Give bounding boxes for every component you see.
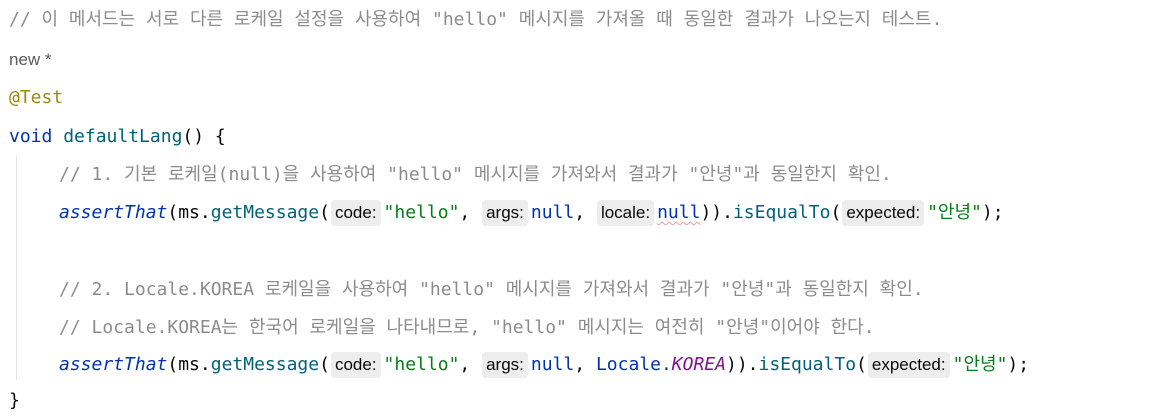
comma: , <box>574 202 586 223</box>
string-literal-hello: "hello" <box>383 202 460 223</box>
comment-text: // 1. 기본 로케일(null)을 사용하여 "hello" 메시지를 가져… <box>59 164 892 185</box>
annotation-test: @Test <box>9 87 64 108</box>
paren: ( <box>856 354 867 375</box>
comma: , <box>459 202 471 223</box>
null-literal-warning: null <box>657 202 701 223</box>
param-hint-args: args: <box>482 200 528 226</box>
code-line-assert-2[interactable]: assertThat(ms.getMessage(code: "hello", a… <box>0 345 1029 384</box>
assert-that-call: assertThat <box>59 202 168 223</box>
closing-brace: } <box>9 390 20 411</box>
close-paren: )). <box>725 354 759 375</box>
param-hint-code: code: <box>330 352 381 378</box>
locale-korea-field: KOREA <box>671 354 726 375</box>
assert-that-call: assertThat <box>59 354 168 375</box>
statement-end: ); <box>981 202 1004 223</box>
param-hint-expected: expected: <box>842 200 925 226</box>
close-paren: )). <box>700 202 733 223</box>
string-literal-hello: "hello" <box>383 354 460 375</box>
method-name: defaultLang <box>63 126 183 147</box>
locale-class: Locale. <box>595 354 672 375</box>
paren: ( <box>319 354 330 375</box>
code-line-blank[interactable] <box>0 232 9 271</box>
paren: ( <box>319 202 330 223</box>
code-editor[interactable]: // 이 메서드는 서로 다른 로케일 설정을 사용하여 "hello" 메시지… <box>0 0 1158 417</box>
null-literal: null <box>530 202 575 223</box>
get-message-call: getMessage <box>210 202 320 223</box>
code-line-method-declaration[interactable]: void defaultLang() { <box>0 117 226 156</box>
param-hint-expected: expected: <box>867 352 950 378</box>
method-signature-rest: () { <box>182 126 226 147</box>
paren: ( <box>830 202 842 223</box>
receiver-text: (ms. <box>167 354 211 375</box>
is-equal-to-call: isEqualTo <box>758 354 857 375</box>
param-hint-code: code: <box>330 200 381 226</box>
code-line-author-hint[interactable]: new * <box>0 40 52 79</box>
statement-end: ); <box>1007 354 1030 375</box>
null-literal: null <box>530 354 575 375</box>
code-line-comment-header[interactable]: // 이 메서드는 서로 다른 로케일 설정을 사용하여 "hello" 메시지… <box>0 0 942 39</box>
code-line-comment-2[interactable]: // 2. Locale.KOREA 로케일을 사용하여 "hello" 메시지… <box>0 270 924 309</box>
code-line-comment-1[interactable]: // 1. 기본 로케일(null)을 사용하여 "hello" 메시지를 가져… <box>0 155 892 194</box>
comma: , <box>459 354 471 375</box>
comment-text: // 이 메서드는 서로 다른 로케일 설정을 사용하여 "hello" 메시지… <box>9 9 943 30</box>
author-inlay-hint[interactable]: new * <box>9 50 52 69</box>
string-literal-result: "안녕" <box>952 354 1008 375</box>
keyword-void: void <box>9 126 53 147</box>
code-line-annotation[interactable]: @Test <box>0 78 63 117</box>
is-equal-to-call: isEqualTo <box>732 202 831 223</box>
param-hint-locale: locale: <box>596 200 655 226</box>
string-literal-result: "안녕" <box>927 202 982 223</box>
code-line-closing-brace[interactable]: } <box>0 381 20 420</box>
code-line-assert-1[interactable]: assertThat(ms.getMessage(code: "hello", a… <box>0 193 1004 232</box>
get-message-call: getMessage <box>210 354 320 375</box>
receiver-text: (ms. <box>167 202 211 223</box>
comment-text: // Locale.KOREA는 한국어 로케일을 나타내므로, "hello"… <box>59 317 875 338</box>
comma: , <box>574 354 596 375</box>
param-hint-args: args: <box>482 352 528 378</box>
comment-text: // 2. Locale.KOREA 로케일을 사용하여 "hello" 메시지… <box>59 279 924 300</box>
code-line-comment-3[interactable]: // Locale.KOREA는 한국어 로케일을 나타내므로, "hello"… <box>0 308 875 347</box>
